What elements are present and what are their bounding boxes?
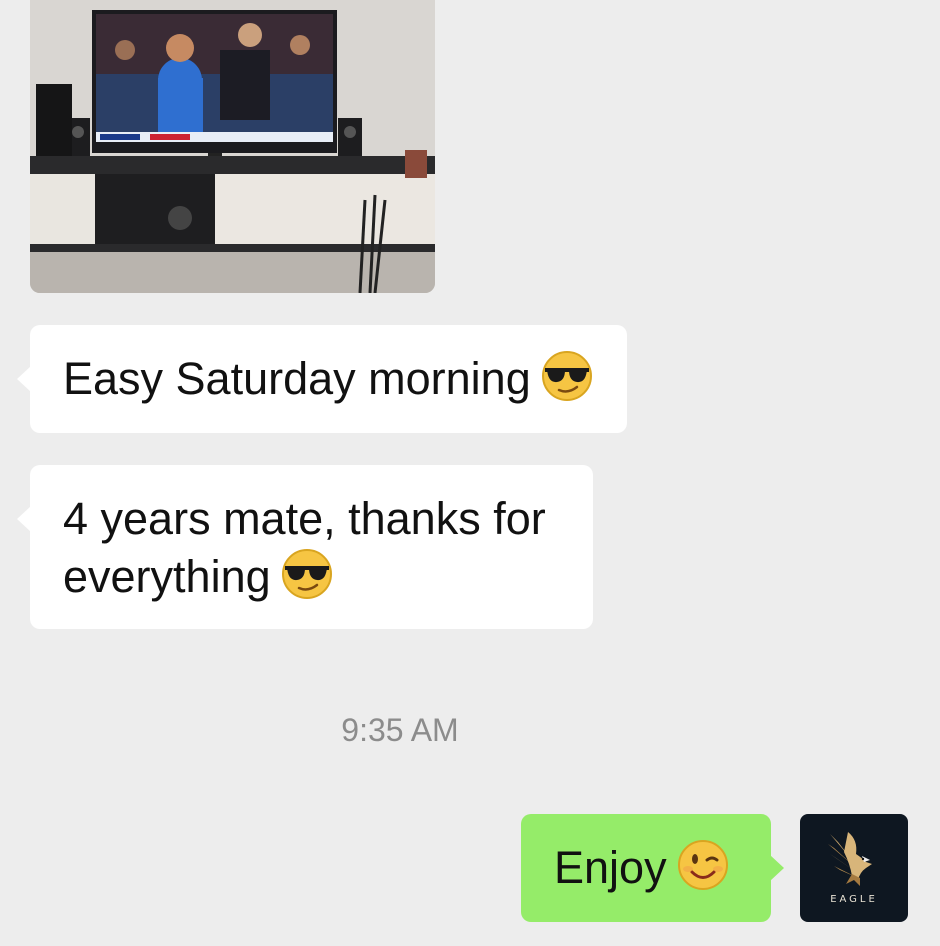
photo-message[interactable] [30,0,435,293]
winking-face-emoji-icon [677,840,728,890]
message-timestamp: 9:35 AM [341,712,459,748]
message-bubble-incoming[interactable]: Easy Saturday morning [17,325,627,433]
message-bubble-outgoing[interactable]: Enjoy [521,814,784,922]
message-bubble-incoming[interactable]: 4 years mate, thanks for everything [17,465,593,629]
sunglasses-emoji-icon [281,549,332,599]
sunglasses-emoji-icon [541,351,592,401]
tv-photo-image [30,0,435,293]
user-avatar[interactable]: EAGLE [800,814,908,922]
message-text: Easy Saturday morning [63,353,531,404]
eagle-logo-icon [828,832,872,886]
avatar-label: EAGLE [830,894,878,905]
message-text: Enjoy [554,842,667,893]
